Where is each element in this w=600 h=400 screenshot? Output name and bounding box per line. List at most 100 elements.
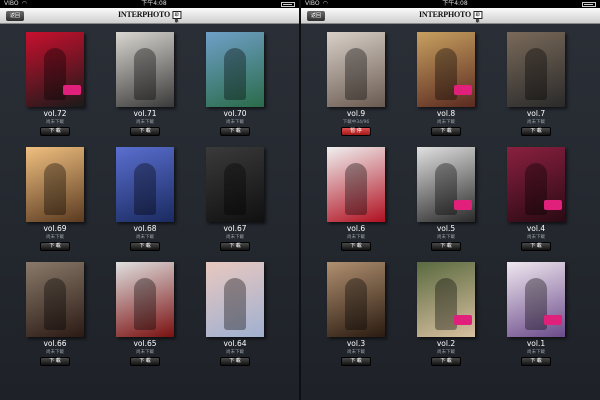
logo-text: INTERPHOTO (418, 10, 472, 19)
download-button[interactable]: 下 載 (431, 357, 461, 366)
cover-figure (134, 278, 156, 330)
download-button[interactable]: 下 載 (220, 357, 250, 366)
download-button[interactable]: 下 載 (40, 242, 70, 251)
logo-badge: 印象 (172, 10, 182, 23)
cover-figure (224, 278, 246, 330)
download-status: 尚未下載 (136, 120, 154, 125)
carrier-label: VIBO (305, 0, 320, 7)
battery-icon (281, 1, 295, 7)
download-status: 尚未下載 (226, 120, 244, 125)
volume-label: vol.67 (223, 224, 247, 233)
download-status: 尚未下載 (437, 350, 455, 355)
download-button[interactable]: 下 載 (40, 127, 70, 136)
back-button[interactable]: 返回 (6, 11, 24, 21)
cover-figure (345, 48, 367, 100)
magazine-cover[interactable] (26, 262, 84, 337)
download-status: 尚未下載 (437, 120, 455, 125)
wifi-icon: ◠ (322, 0, 328, 7)
pause-button[interactable]: 暫 停 (341, 127, 371, 136)
carrier-label: VIBO (4, 0, 19, 7)
volume-label: vol.3 (346, 339, 366, 348)
download-button[interactable]: 下 載 (130, 357, 160, 366)
download-button[interactable]: 下 載 (521, 127, 551, 136)
magazine-cover[interactable] (26, 147, 84, 222)
cover-pink-tag (454, 85, 472, 95)
wifi-icon: ◠ (21, 0, 27, 7)
download-status: 尚未下載 (226, 235, 244, 240)
magazine-cover[interactable] (327, 32, 385, 107)
magazine-cover[interactable] (206, 262, 264, 337)
logo-badge: 印象 (473, 10, 483, 23)
magazine-cover[interactable] (26, 32, 84, 107)
download-status: 尚未下載 (46, 350, 64, 355)
download-button[interactable]: 下 載 (341, 242, 371, 251)
volume-label: vol.4 (526, 224, 546, 233)
magazine-cover[interactable] (417, 147, 475, 222)
download-button[interactable]: 下 載 (431, 127, 461, 136)
cover-figure (345, 163, 367, 215)
app-logo: INTERPHOTO 印象 (117, 10, 182, 23)
back-button[interactable]: 返回 (307, 11, 325, 21)
download-status: 尚未下載 (527, 350, 545, 355)
download-button[interactable]: 下 載 (220, 242, 250, 251)
clock: 下午4:08 (141, 0, 167, 7)
magazine-cover[interactable] (116, 32, 174, 107)
cover-pink-tag (544, 200, 562, 210)
volume-label: vol.7 (526, 109, 546, 118)
download-status: 尚未下載 (46, 235, 64, 240)
magazine-cover[interactable] (327, 262, 385, 337)
volume-label: vol.5 (436, 224, 456, 233)
download-status: 尚未下載 (347, 235, 365, 240)
magazine-cover[interactable] (116, 262, 174, 337)
download-button[interactable]: 下 載 (341, 357, 371, 366)
download-status: 尚未下載 (527, 235, 545, 240)
magazine-cover[interactable] (417, 262, 475, 337)
magazine-cover[interactable] (327, 147, 385, 222)
status-bar: VIBO ◠ 下午4:08 (301, 0, 600, 8)
cover-pink-tag (454, 200, 472, 210)
right-screen: VIBO ◠ 下午4:08 返回 INTERPHOTO 印象 vol.9 下載中3… (301, 0, 600, 400)
download-status: 尚未下載 (136, 235, 154, 240)
nav-bar: 返回 INTERPHOTO 印象 (301, 8, 600, 24)
volume-label: vol.2 (436, 339, 456, 348)
volume-label: vol.64 (223, 339, 247, 348)
download-status: 尚未下載 (136, 350, 154, 355)
download-status: 尚未下載 (46, 120, 64, 125)
volume-label: vol.65 (133, 339, 157, 348)
download-button[interactable]: 下 載 (521, 357, 551, 366)
magazine-cover[interactable] (417, 32, 475, 107)
volume-label: vol.6 (346, 224, 366, 233)
download-button[interactable]: 下 載 (431, 242, 461, 251)
download-button[interactable]: 下 載 (40, 357, 70, 366)
download-button[interactable]: 下 載 (220, 127, 250, 136)
logo-text: INTERPHOTO (117, 10, 171, 19)
app-screen: VIBO ◠ 下午4:08 返回 INTERPHOTO 印象 vol.72 尚未下… (0, 0, 600, 400)
cover-pink-tag (544, 315, 562, 325)
download-status: 尚未下載 (347, 350, 365, 355)
left-screen: VIBO ◠ 下午4:08 返回 INTERPHOTO 印象 vol.72 尚未下… (0, 0, 299, 400)
magazine-cover[interactable] (116, 147, 174, 222)
volume-label: vol.69 (43, 224, 67, 233)
magazine-cover[interactable] (507, 262, 565, 337)
download-status: 尚未下載 (527, 120, 545, 125)
cover-figure (525, 48, 547, 100)
volume-label: vol.71 (133, 109, 157, 118)
download-button[interactable]: 下 載 (130, 127, 160, 136)
status-bar: VIBO ◠ 下午4:08 (0, 0, 299, 8)
volume-label: vol.8 (436, 109, 456, 118)
download-button[interactable]: 下 載 (521, 242, 551, 251)
magazine-cover[interactable] (206, 147, 264, 222)
magazine-cover[interactable] (206, 32, 264, 107)
cover-figure (44, 278, 66, 330)
volume-label: vol.68 (133, 224, 157, 233)
cover-figure (44, 163, 66, 215)
volume-label: vol.9 (346, 109, 366, 118)
cover-pink-tag (454, 315, 472, 325)
download-status: 尚未下載 (226, 350, 244, 355)
cover-figure (224, 48, 246, 100)
volume-label: vol.72 (43, 109, 67, 118)
clock: 下午4:08 (442, 0, 468, 7)
download-button[interactable]: 下 載 (130, 242, 160, 251)
magazine-cover[interactable] (507, 32, 565, 107)
magazine-cover[interactable] (507, 147, 565, 222)
